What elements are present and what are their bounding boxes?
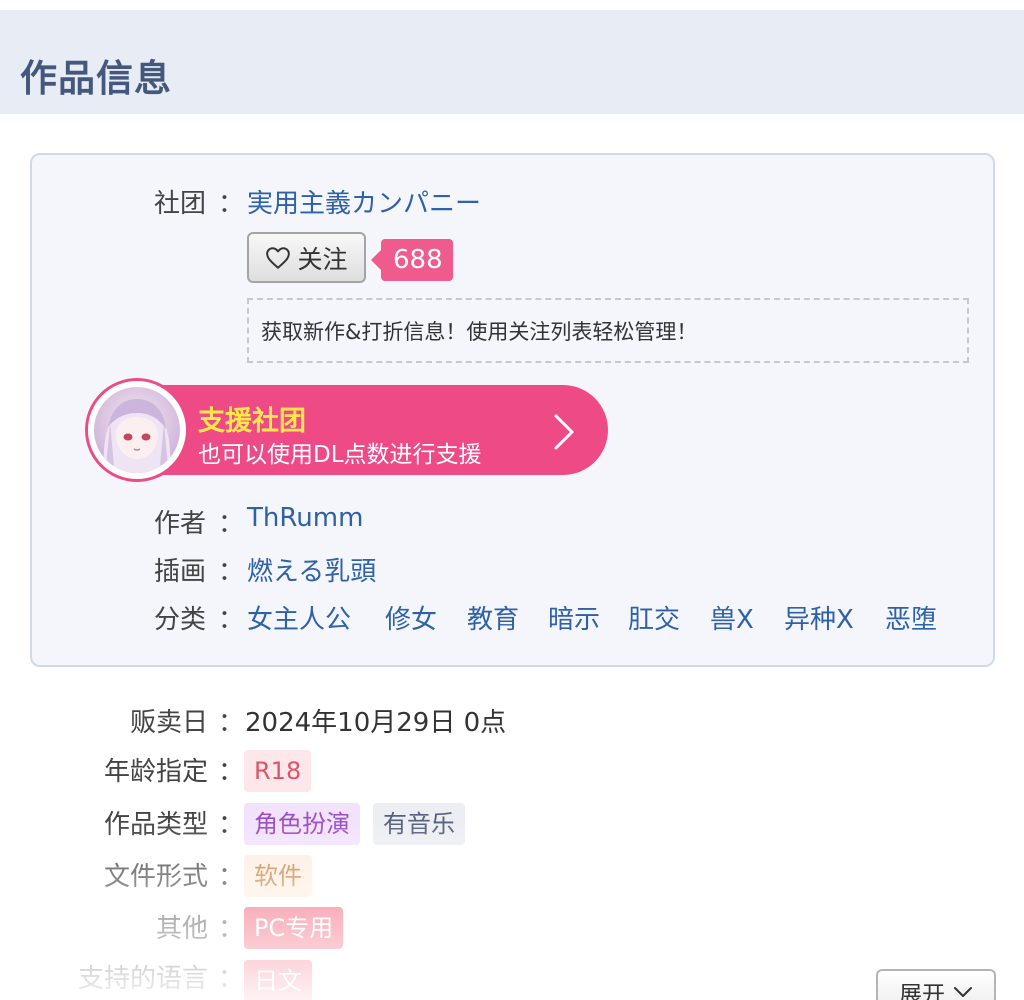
colon: ： [218,557,245,587]
colon: ： [218,810,245,840]
colon: ： [218,189,245,219]
expand-button-label: 展开 [899,981,945,1000]
genre-link[interactable]: 肛交 [628,599,680,636]
top-strip [0,0,1024,10]
circle-label: 社团 [154,189,207,219]
author-link[interactable]: ThRumm [247,503,363,533]
language-tag[interactable]: 日文 [244,960,312,1000]
genre-link[interactable]: 教育 [467,599,519,636]
expand-button[interactable]: 展开 [876,969,996,1000]
colon: ： [218,757,245,787]
support-circle-banner[interactable]: 支援社团 也可以使用DL点数进行支援 [88,381,608,479]
other-tag[interactable]: PC专用 [244,907,344,949]
work-type-tag[interactable]: 角色扮演 [244,803,360,845]
avatar-illustration [103,399,171,473]
follow-notice: 获取新作&打折信息！使用关注列表轻松管理！ [247,298,969,363]
chevron-down-icon [954,986,972,997]
age-rating-tag[interactable]: R18 [244,750,312,792]
circle-name-link[interactable]: 実用主義カンパニー [247,183,481,220]
work-type-tag[interactable]: 有音乐 [373,803,465,845]
file-format-label: 文件形式 [103,862,208,892]
section-header: 作品信息 [0,10,1024,114]
colon: ： [218,708,245,738]
follow-button-label: 关注 [297,244,348,274]
colon: ： [218,862,245,892]
genre-link[interactable]: 修女 [385,599,437,636]
work-type-label: 作品类型 [103,810,208,840]
colon: ： [218,605,245,635]
genre-link[interactable]: 暗示 [548,599,600,636]
colon: ： [218,914,245,944]
genre-link[interactable]: 异种X [784,599,854,636]
support-subtitle: 也可以使用DL点数进行支援 [198,442,482,468]
genre-link[interactable]: 恶堕 [885,599,937,636]
support-title: 支援社团 [198,406,306,437]
genre-link[interactable]: 女主人公 [247,599,351,636]
file-format-tag[interactable]: 软件 [244,855,312,897]
age-rating-label: 年龄指定 [103,757,208,787]
circle-avatar [88,381,186,479]
follow-notice-text: 获取新作&打折信息！使用关注列表轻松管理！ [261,319,698,344]
release-date-value: 2024年10月29日 0点 [245,708,507,738]
illustrator-link[interactable]: 燃える乳頭 [247,551,376,588]
chevron-right-icon [554,414,574,450]
section-title: 作品信息 [20,57,172,100]
release-date-label: 贩卖日 [129,708,208,738]
follower-count-badge: 688 [371,239,453,281]
colon: ： [218,509,245,539]
genre-label: 分类 [154,605,207,635]
follow-button[interactable]: 关注 [247,232,366,283]
heart-outline-icon [266,246,291,269]
languages-label: 支持的语言 [77,964,208,994]
genre-link[interactable]: 兽X [710,599,754,636]
illustrator-label: 插画 [154,557,207,587]
colon: ： [218,964,245,994]
author-label: 作者 [154,509,207,539]
other-label: 其他 [155,914,208,944]
